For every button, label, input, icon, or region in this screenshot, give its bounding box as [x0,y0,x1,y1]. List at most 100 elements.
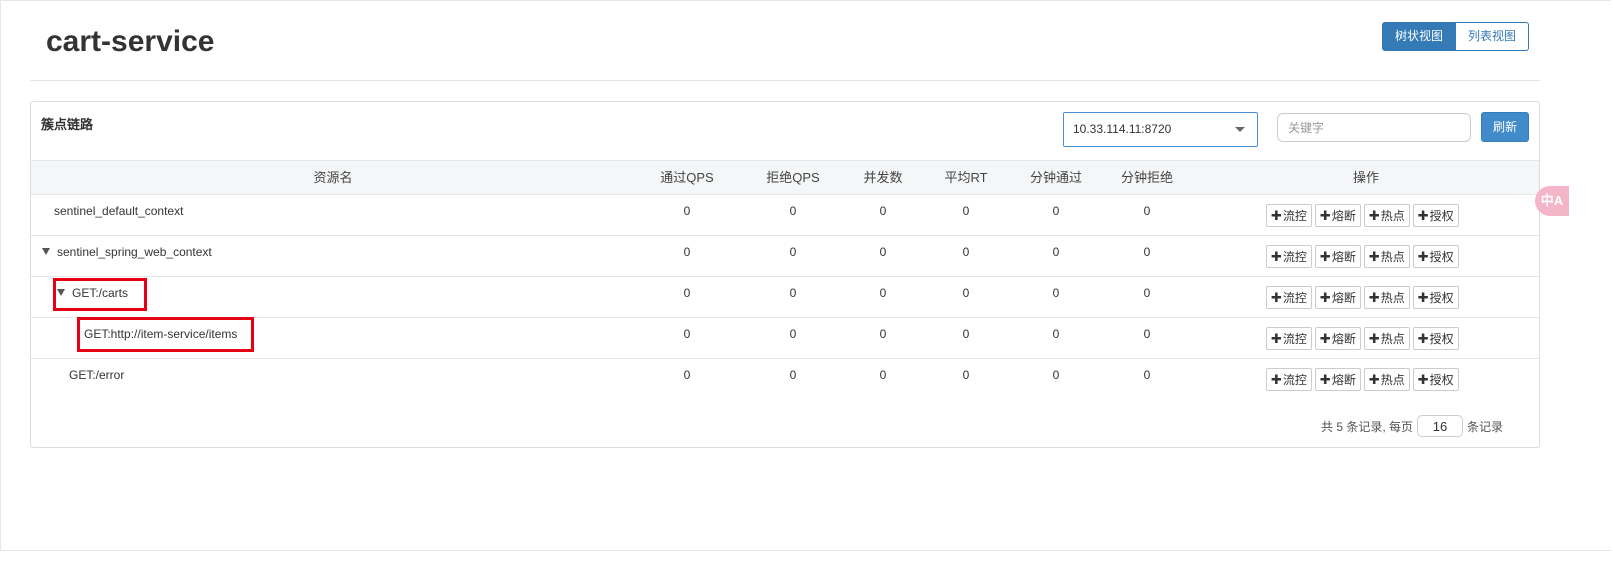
authority-label: 授权 [1429,250,1454,264]
minute-pass-value: 0 [1052,204,1060,218]
plus-icon: ✚ [1319,331,1331,346]
column-header-avg-rt: 平均RT [944,170,988,185]
machine-select[interactable]: 10.33.114.11:8720 [1063,112,1258,147]
concurrency-value: 0 [879,204,887,218]
plus-icon: ✚ [1368,290,1380,305]
flow-control-label: 流控 [1282,250,1307,264]
authority-button[interactable]: ✚授权 [1412,204,1459,227]
minute-block-value: 0 [1143,245,1151,259]
row-actions: ✚流控 ✚熔断 ✚热点 ✚授权 [1266,286,1459,309]
flow-control-label: 流控 [1282,291,1307,305]
concurrency-value: 0 [879,245,887,259]
table-header: 资源名 通过QPS 拒绝QPS 并发数 平均RT 分钟通过 分钟拒绝 操作 [31,160,1539,195]
column-header-block-qps: 拒绝QPS [766,170,820,185]
pagination: 共 5 条记录, 每页 条记录 [1321,415,1503,437]
plus-icon: ✚ [1271,290,1282,305]
resource-name: GET:/error [69,368,125,382]
authority-label: 授权 [1429,291,1454,305]
hot-param-label: 热点 [1380,209,1405,223]
list-view-button[interactable]: 列表视图 [1456,22,1530,51]
panel-title: 簇点链路 [41,117,94,132]
column-header-concurrency: 并发数 [863,170,903,185]
avg-rt-value: 0 [962,204,970,218]
concurrency-value: 0 [879,286,887,300]
block-qps-value: 0 [789,286,797,300]
avg-rt-value: 0 [962,286,970,300]
table-row: GET:/error 0 0 0 0 0 0 ✚流控 ✚熔断 ✚热点 ✚授权 [31,359,1539,400]
pass-qps-value: 0 [683,204,691,218]
minute-pass-value: 0 [1052,327,1060,341]
table-row: sentinel_default_context 0 0 0 0 0 0 ✚流控… [31,195,1539,236]
annotation-highlight-box [53,278,147,311]
page-size-input[interactable] [1417,415,1464,437]
minute-block-value: 0 [1143,286,1151,300]
table-row: sentinel_spring_web_context 0 0 0 0 0 0 … [31,236,1539,277]
row-actions: ✚流控 ✚熔断 ✚热点 ✚授权 [1266,327,1459,350]
block-qps-value: 0 [789,368,797,382]
divider [30,80,1540,81]
hot-param-button[interactable]: ✚热点 [1363,368,1410,391]
resource-name-cell[interactable]: sentinel_spring_web_context [42,244,212,260]
block-qps-value: 0 [789,245,797,259]
hot-param-button[interactable]: ✚热点 [1363,245,1410,268]
row-actions: ✚流控 ✚熔断 ✚热点 ✚授权 [1266,368,1459,391]
machine-select-value: 10.33.114.11:8720 [1073,122,1172,136]
avg-rt-value: 0 [962,368,970,382]
refresh-button[interactable]: 刷新 [1481,112,1529,142]
translate-icon[interactable]: 中A [1535,186,1569,216]
block-qps-value: 0 [789,204,797,218]
authority-button[interactable]: ✚授权 [1412,286,1459,309]
authority-label: 授权 [1429,373,1454,387]
plus-icon: ✚ [1319,290,1331,305]
table-row: GET:/carts 0 0 0 0 0 0 ✚流控 ✚熔断 ✚热点 ✚授权 [31,277,1539,318]
plus-icon: ✚ [1417,290,1429,305]
tree-view-button[interactable]: 树状视图 [1382,22,1457,51]
pass-qps-value: 0 [683,286,691,300]
plus-icon: ✚ [1319,208,1331,223]
flow-control-label: 流控 [1282,373,1307,387]
flow-control-button[interactable]: ✚流控 [1266,204,1312,227]
search-input[interactable] [1277,113,1471,142]
resource-name: sentinel_default_context [54,204,184,218]
plus-icon: ✚ [1271,331,1282,346]
authority-button[interactable]: ✚授权 [1412,368,1459,391]
hot-param-button[interactable]: ✚热点 [1363,327,1410,350]
degrade-button[interactable]: ✚熔断 [1314,286,1361,309]
hot-param-label: 热点 [1380,250,1405,264]
plus-icon: ✚ [1271,208,1282,223]
flow-control-button[interactable]: ✚流控 [1266,245,1312,268]
pass-qps-value: 0 [683,368,691,382]
degrade-button[interactable]: ✚熔断 [1314,204,1361,227]
caret-down-icon[interactable] [42,248,50,256]
hot-param-label: 热点 [1380,332,1405,346]
hot-param-label: 热点 [1380,291,1405,305]
authority-button[interactable]: ✚授权 [1412,327,1459,350]
plus-icon: ✚ [1368,208,1380,223]
authority-button[interactable]: ✚授权 [1412,245,1459,268]
pass-qps-value: 0 [683,327,691,341]
pass-qps-value: 0 [683,245,691,259]
plus-icon: ✚ [1368,331,1380,346]
degrade-button[interactable]: ✚熔断 [1314,327,1361,350]
degrade-label: 熔断 [1331,250,1356,264]
page-title: cart-service [46,25,215,58]
authority-label: 授权 [1429,332,1454,346]
degrade-button[interactable]: ✚熔断 [1314,368,1361,391]
flow-control-button[interactable]: ✚流控 [1266,286,1312,309]
hot-param-button[interactable]: ✚热点 [1363,286,1410,309]
plus-icon: ✚ [1417,208,1429,223]
minute-pass-value: 0 [1052,286,1060,300]
degrade-button[interactable]: ✚熔断 [1314,245,1361,268]
minute-block-value: 0 [1143,327,1151,341]
flow-control-button[interactable]: ✚流控 [1266,327,1312,350]
flow-control-button[interactable]: ✚流控 [1266,368,1312,391]
authority-label: 授权 [1429,209,1454,223]
plus-icon: ✚ [1417,372,1429,387]
pager-prefix: 共 5 条记录, 每页 [1321,419,1414,434]
plus-icon: ✚ [1368,249,1380,264]
minute-pass-value: 0 [1052,368,1060,382]
plus-icon: ✚ [1319,372,1331,387]
hot-param-button[interactable]: ✚热点 [1363,204,1410,227]
column-header-minute-block: 分钟拒绝 [1120,170,1173,185]
flow-control-label: 流控 [1282,209,1307,223]
